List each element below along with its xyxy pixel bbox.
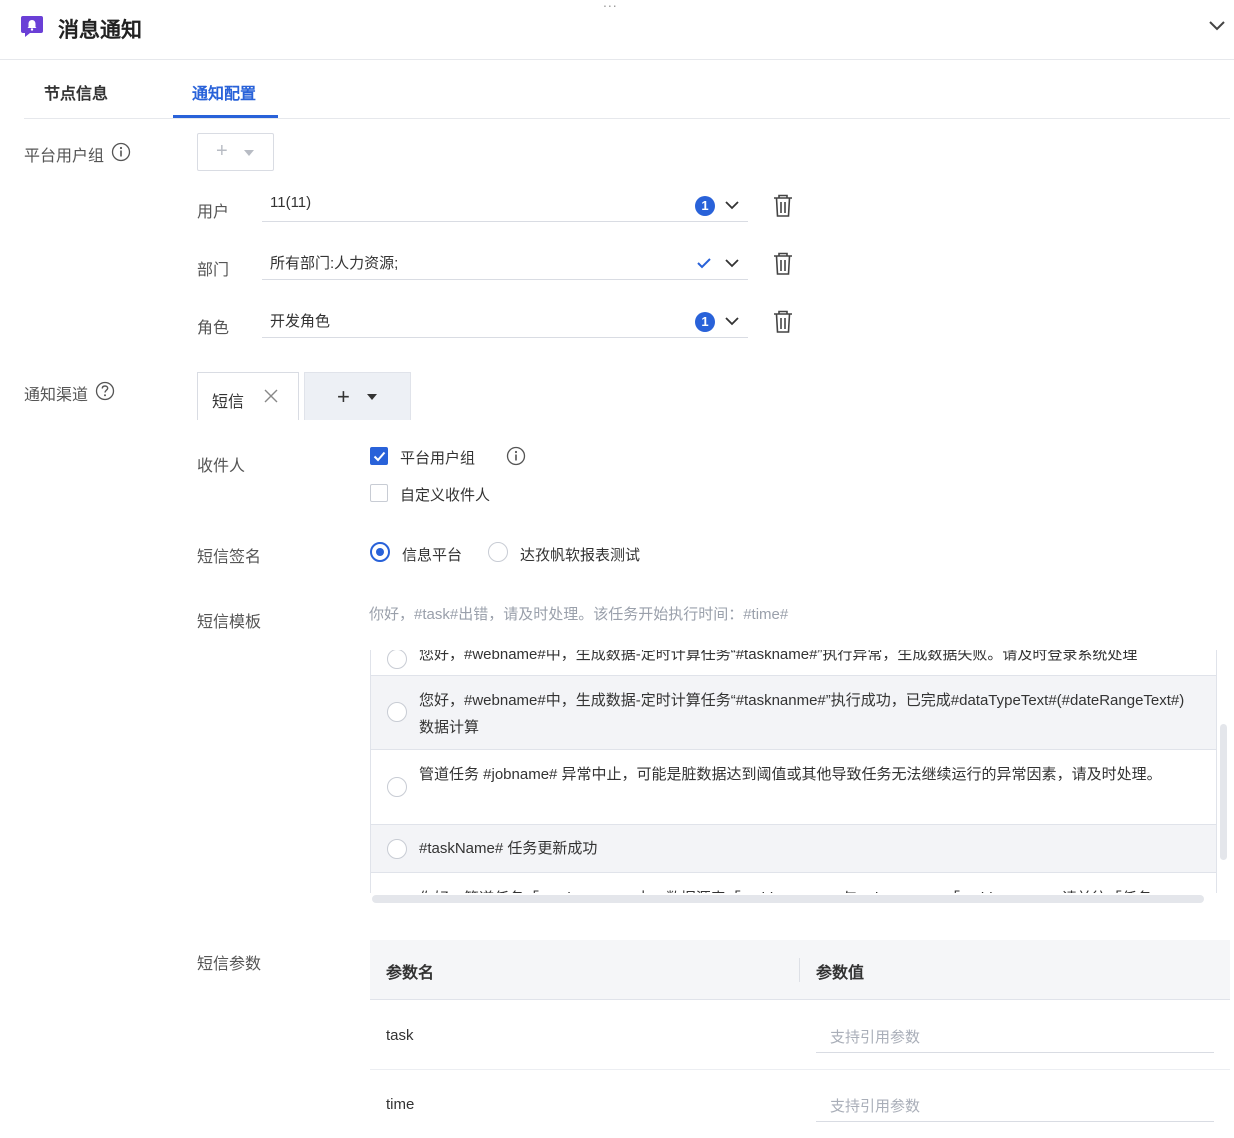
- table-row-divider: [370, 1069, 1230, 1070]
- dept-select[interactable]: 所有部门:人力资源;: [262, 246, 748, 280]
- template-option[interactable]: 您好，#webname#中，生成数据-定时计算任务“#tasknanme#”执行…: [370, 675, 1217, 750]
- template-horizontal-scrollbar[interactable]: [372, 895, 1204, 903]
- template-current-value[interactable]: 你好，#task#出错，请及时处理。该任务开始执行时间：#time#: [369, 603, 788, 624]
- caret-down-icon: [244, 150, 254, 156]
- bell-icon: [21, 16, 43, 37]
- param-value-input[interactable]: 支持引用参数: [816, 1088, 1214, 1122]
- caret-down-icon: [367, 394, 377, 400]
- signature-radio-info-platform[interactable]: [370, 542, 390, 562]
- platform-group-option-label: 平台用户组: [400, 450, 476, 467]
- template-option[interactable]: #taskName# 任务更新成功: [370, 824, 1217, 873]
- trash-icon[interactable]: [772, 194, 794, 218]
- channel-label: 通知渠道: [24, 387, 89, 404]
- channel-tab-label: 短信: [212, 394, 245, 411]
- recipients-label: 收件人: [197, 458, 246, 475]
- column-divider: [799, 958, 800, 982]
- template-option-text: 你好，管道任务「#taskname#」中，数据源表「#tablename#」与 …: [419, 885, 1196, 893]
- info-icon[interactable]: [111, 142, 131, 162]
- drag-handle[interactable]: ...: [603, 0, 618, 10]
- role-row-label: 角色: [197, 320, 230, 337]
- check-icon: [373, 451, 386, 462]
- plus-icon: +: [216, 140, 228, 162]
- plus-icon: +: [337, 384, 350, 409]
- add-channel-button[interactable]: +: [304, 372, 411, 420]
- header-divider: [0, 59, 1234, 60]
- template-option-text: 您好，#webname#中，生成数据-定时计算任务“#taskname#”执行异…: [419, 650, 1138, 663]
- template-list[interactable]: 您好，#webname#中，生成数据-定时计算任务“#taskname#”执行异…: [370, 650, 1217, 893]
- param-value-placeholder: 支持引用参数: [830, 1029, 921, 1046]
- collapse-chevron-icon[interactable]: [1207, 18, 1227, 34]
- custom-recipient-option-label: 自定义收件人: [400, 487, 491, 504]
- template-option[interactable]: 您好，#webname#中，生成数据-定时计算任务“#taskname#”执行异…: [370, 650, 1217, 676]
- count-badge: 1: [695, 196, 715, 216]
- template-radio[interactable]: [387, 839, 407, 859]
- page-title: 消息通知: [58, 19, 142, 42]
- params-table-header: 参数名 参数值: [370, 940, 1230, 1000]
- template-radio[interactable]: [387, 777, 407, 797]
- role-select[interactable]: 开发角色 1: [262, 304, 748, 338]
- signature-radio-dazi[interactable]: [488, 542, 508, 562]
- add-user-group-dropdown[interactable]: +: [197, 133, 274, 171]
- signature-label: 短信签名: [197, 549, 262, 566]
- close-icon[interactable]: [264, 389, 278, 403]
- user-row-label: 用户: [197, 204, 230, 221]
- params-label: 短信参数: [197, 956, 262, 973]
- template-vertical-scrollbar[interactable]: [1220, 724, 1227, 860]
- param-name: time: [386, 1096, 415, 1113]
- trash-icon[interactable]: [772, 310, 794, 334]
- param-name: task: [386, 1027, 414, 1044]
- chevron-down-icon: [725, 317, 739, 326]
- channel-tab-sms[interactable]: 短信: [197, 372, 299, 420]
- info-icon[interactable]: [506, 446, 526, 466]
- tab-notify-config[interactable]: 通知配置: [192, 80, 256, 104]
- platform-group-checkbox[interactable]: [370, 447, 388, 465]
- template-option-text: 管道任务 #jobname# 异常中止，可能是脏数据达到阈值或其他导致任务无法继…: [419, 766, 1162, 783]
- template-radio[interactable]: [387, 702, 407, 722]
- column-header-value: 参数值: [816, 965, 865, 982]
- signature-option-label: 信息平台: [402, 547, 463, 564]
- param-value-input[interactable]: 支持引用参数: [816, 1019, 1214, 1053]
- template-option-text: 您好，#webname#中，生成数据-定时计算任务“#tasknanme#”执行…: [419, 692, 1185, 736]
- template-option[interactable]: 管道任务 #jobname# 异常中止，可能是脏数据达到阈值或其他导致任务无法继…: [370, 749, 1217, 825]
- dept-row-label: 部门: [197, 262, 230, 279]
- check-icon: [697, 258, 711, 269]
- tabs-divider: [24, 118, 1230, 119]
- chevron-down-icon: [725, 201, 739, 210]
- chevron-down-icon: [725, 259, 739, 268]
- param-value-placeholder: 支持引用参数: [830, 1098, 921, 1115]
- help-icon[interactable]: [95, 381, 115, 401]
- role-select-value: 开发角色: [270, 313, 331, 330]
- template-option-text: #taskName# 任务更新成功: [419, 840, 598, 857]
- trash-icon[interactable]: [772, 252, 794, 276]
- signature-option-label: 达孜帆软报表测试: [520, 547, 641, 564]
- column-header-name: 参数名: [386, 965, 435, 982]
- user-select-value: 11(11): [270, 194, 312, 211]
- user-select[interactable]: 11(11) 1: [262, 188, 748, 222]
- custom-recipient-checkbox[interactable]: [370, 484, 388, 502]
- platform-user-group-label: 平台用户组: [24, 148, 105, 165]
- template-option[interactable]: 你好，管道任务「#taskname#」中，数据源表「#tablename#」与 …: [370, 872, 1217, 893]
- dept-select-value: 所有部门:人力资源;: [270, 255, 399, 272]
- template-label: 短信模板: [197, 614, 262, 631]
- count-badge: 1: [695, 312, 715, 332]
- tab-node-info[interactable]: 节点信息: [44, 80, 108, 104]
- template-radio[interactable]: [387, 650, 407, 669]
